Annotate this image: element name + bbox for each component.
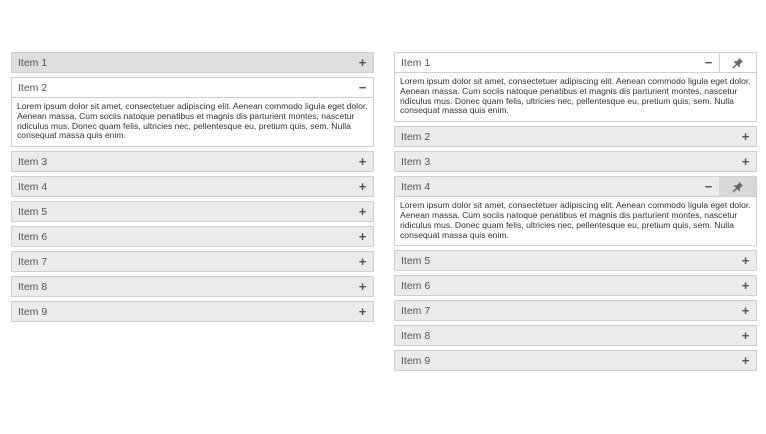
plus-icon[interactable]: +: [352, 177, 373, 196]
minus-icon[interactable]: −: [352, 78, 373, 97]
accordion-item: Item 4 − Lorem ipsum dolor sit amet, con…: [394, 176, 757, 247]
accordion-header-item-4[interactable]: Item 4 +: [11, 176, 374, 198]
accordion-header-item-7[interactable]: Item 7 +: [394, 300, 757, 322]
accordion-header-label: Item 6: [401, 279, 431, 292]
accordion-header-label: Item 3: [401, 155, 431, 168]
accordion-header-label: Item 8: [401, 329, 431, 342]
plus-icon[interactable]: +: [735, 276, 756, 295]
accordion-header-label: Item 8: [18, 280, 48, 293]
pin-button[interactable]: [719, 177, 756, 197]
accordion-item: Item 1 − Lorem ipsum dolor sit amet, con…: [394, 52, 757, 123]
accordion-header-label: Item 7: [401, 304, 431, 317]
accordion-item: Item 8 +: [11, 276, 374, 298]
accordion-header-label: Item 5: [401, 254, 431, 267]
accordion-item: Item 9 +: [11, 301, 374, 323]
accordion-header-item-3[interactable]: Item 3 +: [394, 151, 757, 173]
accordion-header-label: Item 6: [18, 230, 48, 243]
accordion-header-item-3[interactable]: Item 3 +: [11, 151, 374, 173]
accordion-header-label: Item 9: [18, 305, 48, 318]
plus-icon[interactable]: +: [352, 152, 373, 171]
accordion-header-label: Item 1: [18, 56, 48, 69]
accordion-content: Lorem ipsum dolor sit amet, consectetuer…: [394, 73, 757, 123]
plus-icon[interactable]: +: [735, 301, 756, 320]
accordion-item: Item 2 − Lorem ipsum dolor sit amet, con…: [11, 77, 374, 148]
accordion-header-item-6[interactable]: Item 6 +: [11, 226, 374, 248]
accordion-item: Item 9 +: [394, 350, 757, 372]
accordion-header-label: Item 4: [18, 180, 48, 193]
accordion-item: Item 5 +: [394, 250, 757, 272]
accordion-header-item-9[interactable]: Item 9 +: [394, 350, 757, 372]
accordion-header-label: Item 1: [401, 56, 431, 69]
accordion-header-label: Item 2: [18, 81, 48, 94]
accordion-item: Item 8 +: [394, 325, 757, 347]
accordion-header-item-2[interactable]: Item 2 +: [394, 126, 757, 148]
accordion-header-item-9[interactable]: Item 9 +: [11, 301, 374, 323]
accordion-item: Item 7 +: [394, 300, 757, 322]
accordion-header-label: Item 9: [401, 354, 431, 367]
accordion-header-item-8[interactable]: Item 8 +: [11, 276, 374, 298]
accordion-item: Item 2 +: [394, 126, 757, 148]
accordion-content: Lorem ipsum dolor sit amet, consectetuer…: [394, 197, 757, 247]
accordion-item: Item 1 +: [11, 52, 374, 73]
plus-icon[interactable]: +: [352, 277, 373, 296]
plus-icon[interactable]: +: [352, 53, 373, 72]
pin-icon: [732, 57, 743, 68]
right-accordion: Item 1 − Lorem ipsum dolor sit amet, con…: [394, 52, 757, 375]
accordion-item: Item 3 +: [11, 151, 374, 173]
accordion-item: Item 6 +: [11, 226, 374, 248]
accordion-item: Item 3 +: [394, 151, 757, 173]
accordion-header-label: Item 4: [401, 180, 431, 193]
plus-icon[interactable]: +: [735, 127, 756, 146]
plus-icon[interactable]: +: [352, 202, 373, 221]
accordion-header-item-2[interactable]: Item 2 −: [11, 77, 374, 98]
accordion-header-item-5[interactable]: Item 5 +: [394, 250, 757, 272]
accordion-item: Item 6 +: [394, 275, 757, 297]
plus-icon[interactable]: +: [735, 152, 756, 171]
accordion-header-item-6[interactable]: Item 6 +: [394, 275, 757, 297]
left-accordion: Item 1 + Item 2 − Lorem ipsum dolor sit …: [11, 52, 374, 326]
minus-icon[interactable]: −: [698, 53, 719, 72]
pin-icon: [732, 181, 743, 193]
accordion-header-label: Item 5: [18, 205, 48, 218]
accordion-header-item-4[interactable]: Item 4 −: [394, 176, 757, 198]
pin-button[interactable]: [719, 53, 756, 72]
plus-icon[interactable]: +: [735, 251, 756, 270]
plus-icon[interactable]: +: [352, 227, 373, 246]
accordion-content: Lorem ipsum dolor sit amet, consectetuer…: [11, 98, 374, 148]
plus-icon[interactable]: +: [352, 302, 373, 321]
accordion-header-label: Item 3: [18, 155, 48, 168]
plus-icon[interactable]: +: [735, 351, 756, 370]
accordion-header-item-5[interactable]: Item 5 +: [11, 201, 374, 223]
plus-icon[interactable]: +: [735, 326, 756, 345]
accordion-item: Item 4 +: [11, 176, 374, 198]
accordion-header-item-1[interactable]: Item 1 −: [394, 52, 757, 73]
accordion-header-item-1[interactable]: Item 1 +: [11, 52, 374, 73]
accordion-item: Item 7 +: [11, 251, 374, 273]
accordion-header-label: Item 7: [18, 255, 48, 268]
minus-icon[interactable]: −: [698, 177, 719, 196]
accordion-header-item-7[interactable]: Item 7 +: [11, 251, 374, 273]
accordion-header-item-8[interactable]: Item 8 +: [394, 325, 757, 347]
plus-icon[interactable]: +: [352, 252, 373, 271]
accordion-item: Item 5 +: [11, 201, 374, 223]
accordion-header-label: Item 2: [401, 130, 431, 143]
